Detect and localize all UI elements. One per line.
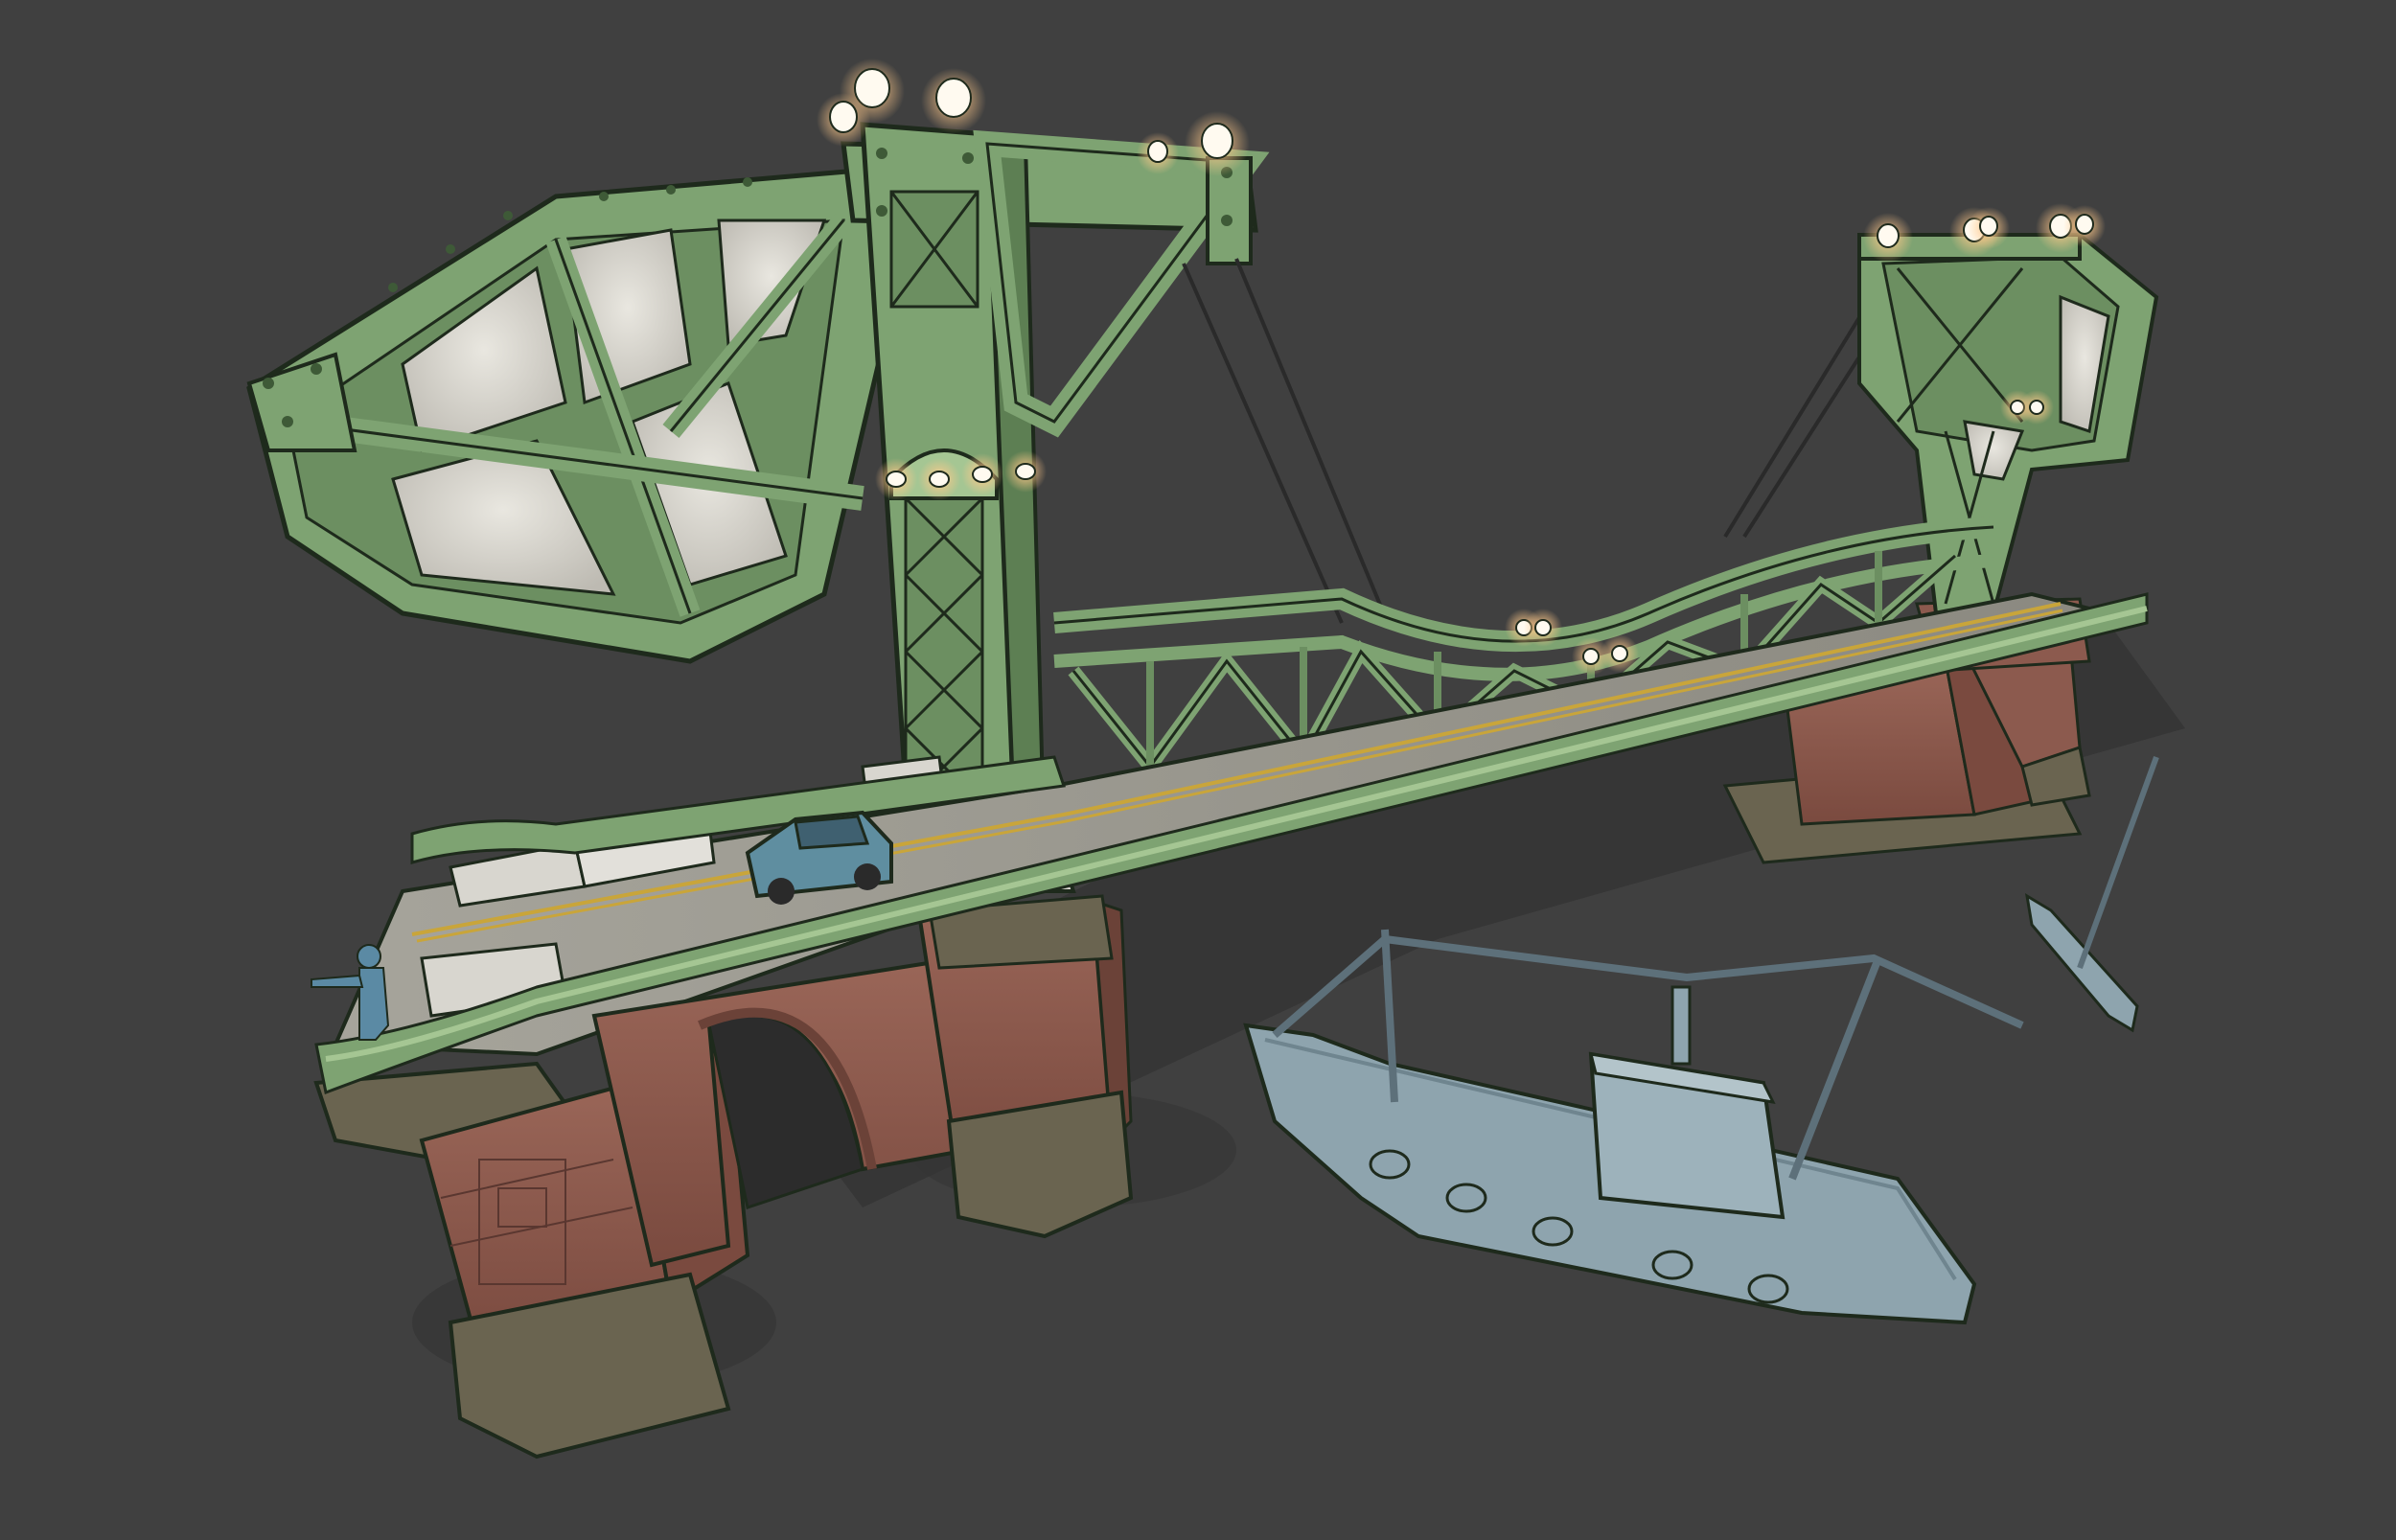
fishing-boat bbox=[1243, 929, 2024, 1325]
scene-canvas bbox=[246, 58, 2185, 1460]
bridge-tower-right bbox=[1857, 232, 2159, 615]
bridge-scene bbox=[0, 0, 2396, 1540]
counterweight-frame-left bbox=[246, 165, 904, 664]
